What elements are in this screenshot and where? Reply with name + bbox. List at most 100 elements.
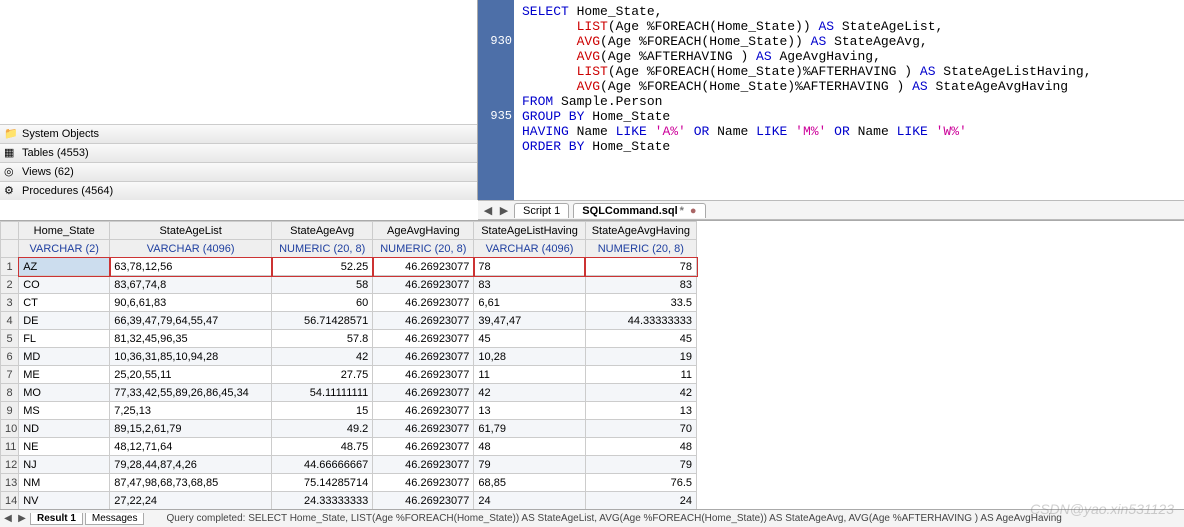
cell[interactable]: 46.26923077 (373, 456, 474, 474)
cell[interactable]: 77,33,42,55,89,26,86,45,34 (110, 384, 272, 402)
row-number[interactable]: 14 (1, 492, 19, 510)
cell[interactable]: 27,22,24 (110, 492, 272, 510)
sql-editor[interactable]: SELECT Home_State, LIST(Age %FOREACH(Hom… (514, 0, 1184, 200)
tabs-prev-icon[interactable]: ◀ (482, 204, 494, 217)
table-row[interactable]: 14NV27,22,2424.3333333346.269230772424 (1, 492, 697, 510)
cell[interactable]: 44.33333333 (585, 312, 696, 330)
cell[interactable]: 78 (585, 258, 696, 276)
row-number[interactable]: 12 (1, 456, 19, 474)
tree-system-objects[interactable]: 📁System Objects (0, 124, 477, 143)
cell[interactable]: 54.11111111 (272, 384, 373, 402)
cell[interactable]: 24 (585, 492, 696, 510)
cell[interactable]: 79 (585, 456, 696, 474)
cell[interactable]: 81,32,45,96,35 (110, 330, 272, 348)
cell[interactable]: 48.75 (272, 438, 373, 456)
cell[interactable]: 46.26923077 (373, 438, 474, 456)
cell[interactable]: 46.26923077 (373, 420, 474, 438)
table-row[interactable]: 2CO83,67,74,85846.269230778383 (1, 276, 697, 294)
cell[interactable]: 46.26923077 (373, 474, 474, 492)
cell[interactable]: 48,12,71,64 (110, 438, 272, 456)
row-number[interactable]: 1 (1, 258, 19, 276)
cell[interactable]: 89,15,2,61,79 (110, 420, 272, 438)
cell[interactable]: 46.26923077 (373, 402, 474, 420)
cell[interactable]: 87,47,98,68,73,68,85 (110, 474, 272, 492)
table-row[interactable]: 3CT90,6,61,836046.269230776,6133.5 (1, 294, 697, 312)
row-number[interactable]: 9 (1, 402, 19, 420)
cell[interactable]: 46.26923077 (373, 384, 474, 402)
cell[interactable]: 52.25 (272, 258, 373, 276)
cell[interactable]: 24 (474, 492, 585, 510)
cell[interactable]: 66,39,47,79,64,55,47 (110, 312, 272, 330)
table-row[interactable]: 6MD10,36,31,85,10,94,284246.2692307710,2… (1, 348, 697, 366)
cell[interactable]: MS (19, 402, 110, 420)
col-head[interactable]: AgeAvgHaving (373, 222, 474, 240)
table-row[interactable]: 5FL81,32,45,96,3557.846.269230774545 (1, 330, 697, 348)
cell[interactable]: CT (19, 294, 110, 312)
cell[interactable]: 42 (585, 384, 696, 402)
cell[interactable]: AZ (19, 258, 110, 276)
cell[interactable]: 78 (474, 258, 585, 276)
cell[interactable]: DE (19, 312, 110, 330)
cell[interactable]: 70 (585, 420, 696, 438)
cell[interactable]: 6,61 (474, 294, 585, 312)
cell[interactable]: 46.26923077 (373, 258, 474, 276)
col-head[interactable]: StateAgeAvg (272, 222, 373, 240)
row-number[interactable]: 6 (1, 348, 19, 366)
row-number[interactable]: 11 (1, 438, 19, 456)
col-head[interactable]: StateAgeListHaving (474, 222, 585, 240)
cell[interactable]: MO (19, 384, 110, 402)
cell[interactable]: 79 (474, 456, 585, 474)
cell[interactable]: 45 (474, 330, 585, 348)
cell[interactable]: 90,6,61,83 (110, 294, 272, 312)
col-head[interactable]: Home_State (19, 222, 110, 240)
col-head[interactable]: StateAgeList (110, 222, 272, 240)
cell[interactable]: NM (19, 474, 110, 492)
cell[interactable]: 83 (474, 276, 585, 294)
cell[interactable]: 83,67,74,8 (110, 276, 272, 294)
table-row[interactable]: 12NJ79,28,44,87,4,2644.6666666746.269230… (1, 456, 697, 474)
close-icon[interactable]: ● (690, 205, 697, 217)
tree-views[interactable]: ◎Views (62) (0, 162, 477, 181)
row-number[interactable]: 8 (1, 384, 19, 402)
cell[interactable]: 63,78,12,56 (110, 258, 272, 276)
cell[interactable]: 60 (272, 294, 373, 312)
row-number[interactable]: 13 (1, 474, 19, 492)
cell[interactable]: 56.71428571 (272, 312, 373, 330)
cell[interactable]: NJ (19, 456, 110, 474)
cell[interactable]: NV (19, 492, 110, 510)
row-number[interactable]: 5 (1, 330, 19, 348)
cell[interactable]: 33.5 (585, 294, 696, 312)
cell[interactable]: 42 (474, 384, 585, 402)
cell[interactable]: 25,20,55,11 (110, 366, 272, 384)
cell[interactable]: 57.8 (272, 330, 373, 348)
cell[interactable]: 27.75 (272, 366, 373, 384)
cell[interactable]: 61,79 (474, 420, 585, 438)
cell[interactable]: 13 (474, 402, 585, 420)
cell[interactable]: 10,28 (474, 348, 585, 366)
cell[interactable]: 48 (474, 438, 585, 456)
cell[interactable]: 48 (585, 438, 696, 456)
cell[interactable]: FL (19, 330, 110, 348)
cell[interactable]: 46.26923077 (373, 330, 474, 348)
cell[interactable]: 11 (474, 366, 585, 384)
tab-script1[interactable]: Script 1 (514, 203, 569, 218)
cell[interactable]: 45 (585, 330, 696, 348)
cell[interactable]: 10,36,31,85,10,94,28 (110, 348, 272, 366)
table-row[interactable]: 7ME25,20,55,1127.7546.269230771111 (1, 366, 697, 384)
cell[interactable]: 13 (585, 402, 696, 420)
table-row[interactable]: 1AZ63,78,12,5652.2546.269230777878 (1, 258, 697, 276)
cell[interactable]: 46.26923077 (373, 492, 474, 510)
results-prev-icon[interactable]: ◀ (2, 513, 14, 524)
cell[interactable]: 24.33333333 (272, 492, 373, 510)
row-number[interactable]: 4 (1, 312, 19, 330)
row-number[interactable]: 3 (1, 294, 19, 312)
cell[interactable]: ND (19, 420, 110, 438)
cell[interactable]: 46.26923077 (373, 312, 474, 330)
cell[interactable]: 15 (272, 402, 373, 420)
cell[interactable]: 46.26923077 (373, 294, 474, 312)
cell[interactable]: 75.14285714 (272, 474, 373, 492)
table-row[interactable]: 11NE48,12,71,6448.7546.269230774848 (1, 438, 697, 456)
col-head[interactable]: StateAgeAvgHaving (585, 222, 696, 240)
cell[interactable]: 76.5 (585, 474, 696, 492)
table-row[interactable]: 8MO77,33,42,55,89,26,86,45,3454.11111111… (1, 384, 697, 402)
